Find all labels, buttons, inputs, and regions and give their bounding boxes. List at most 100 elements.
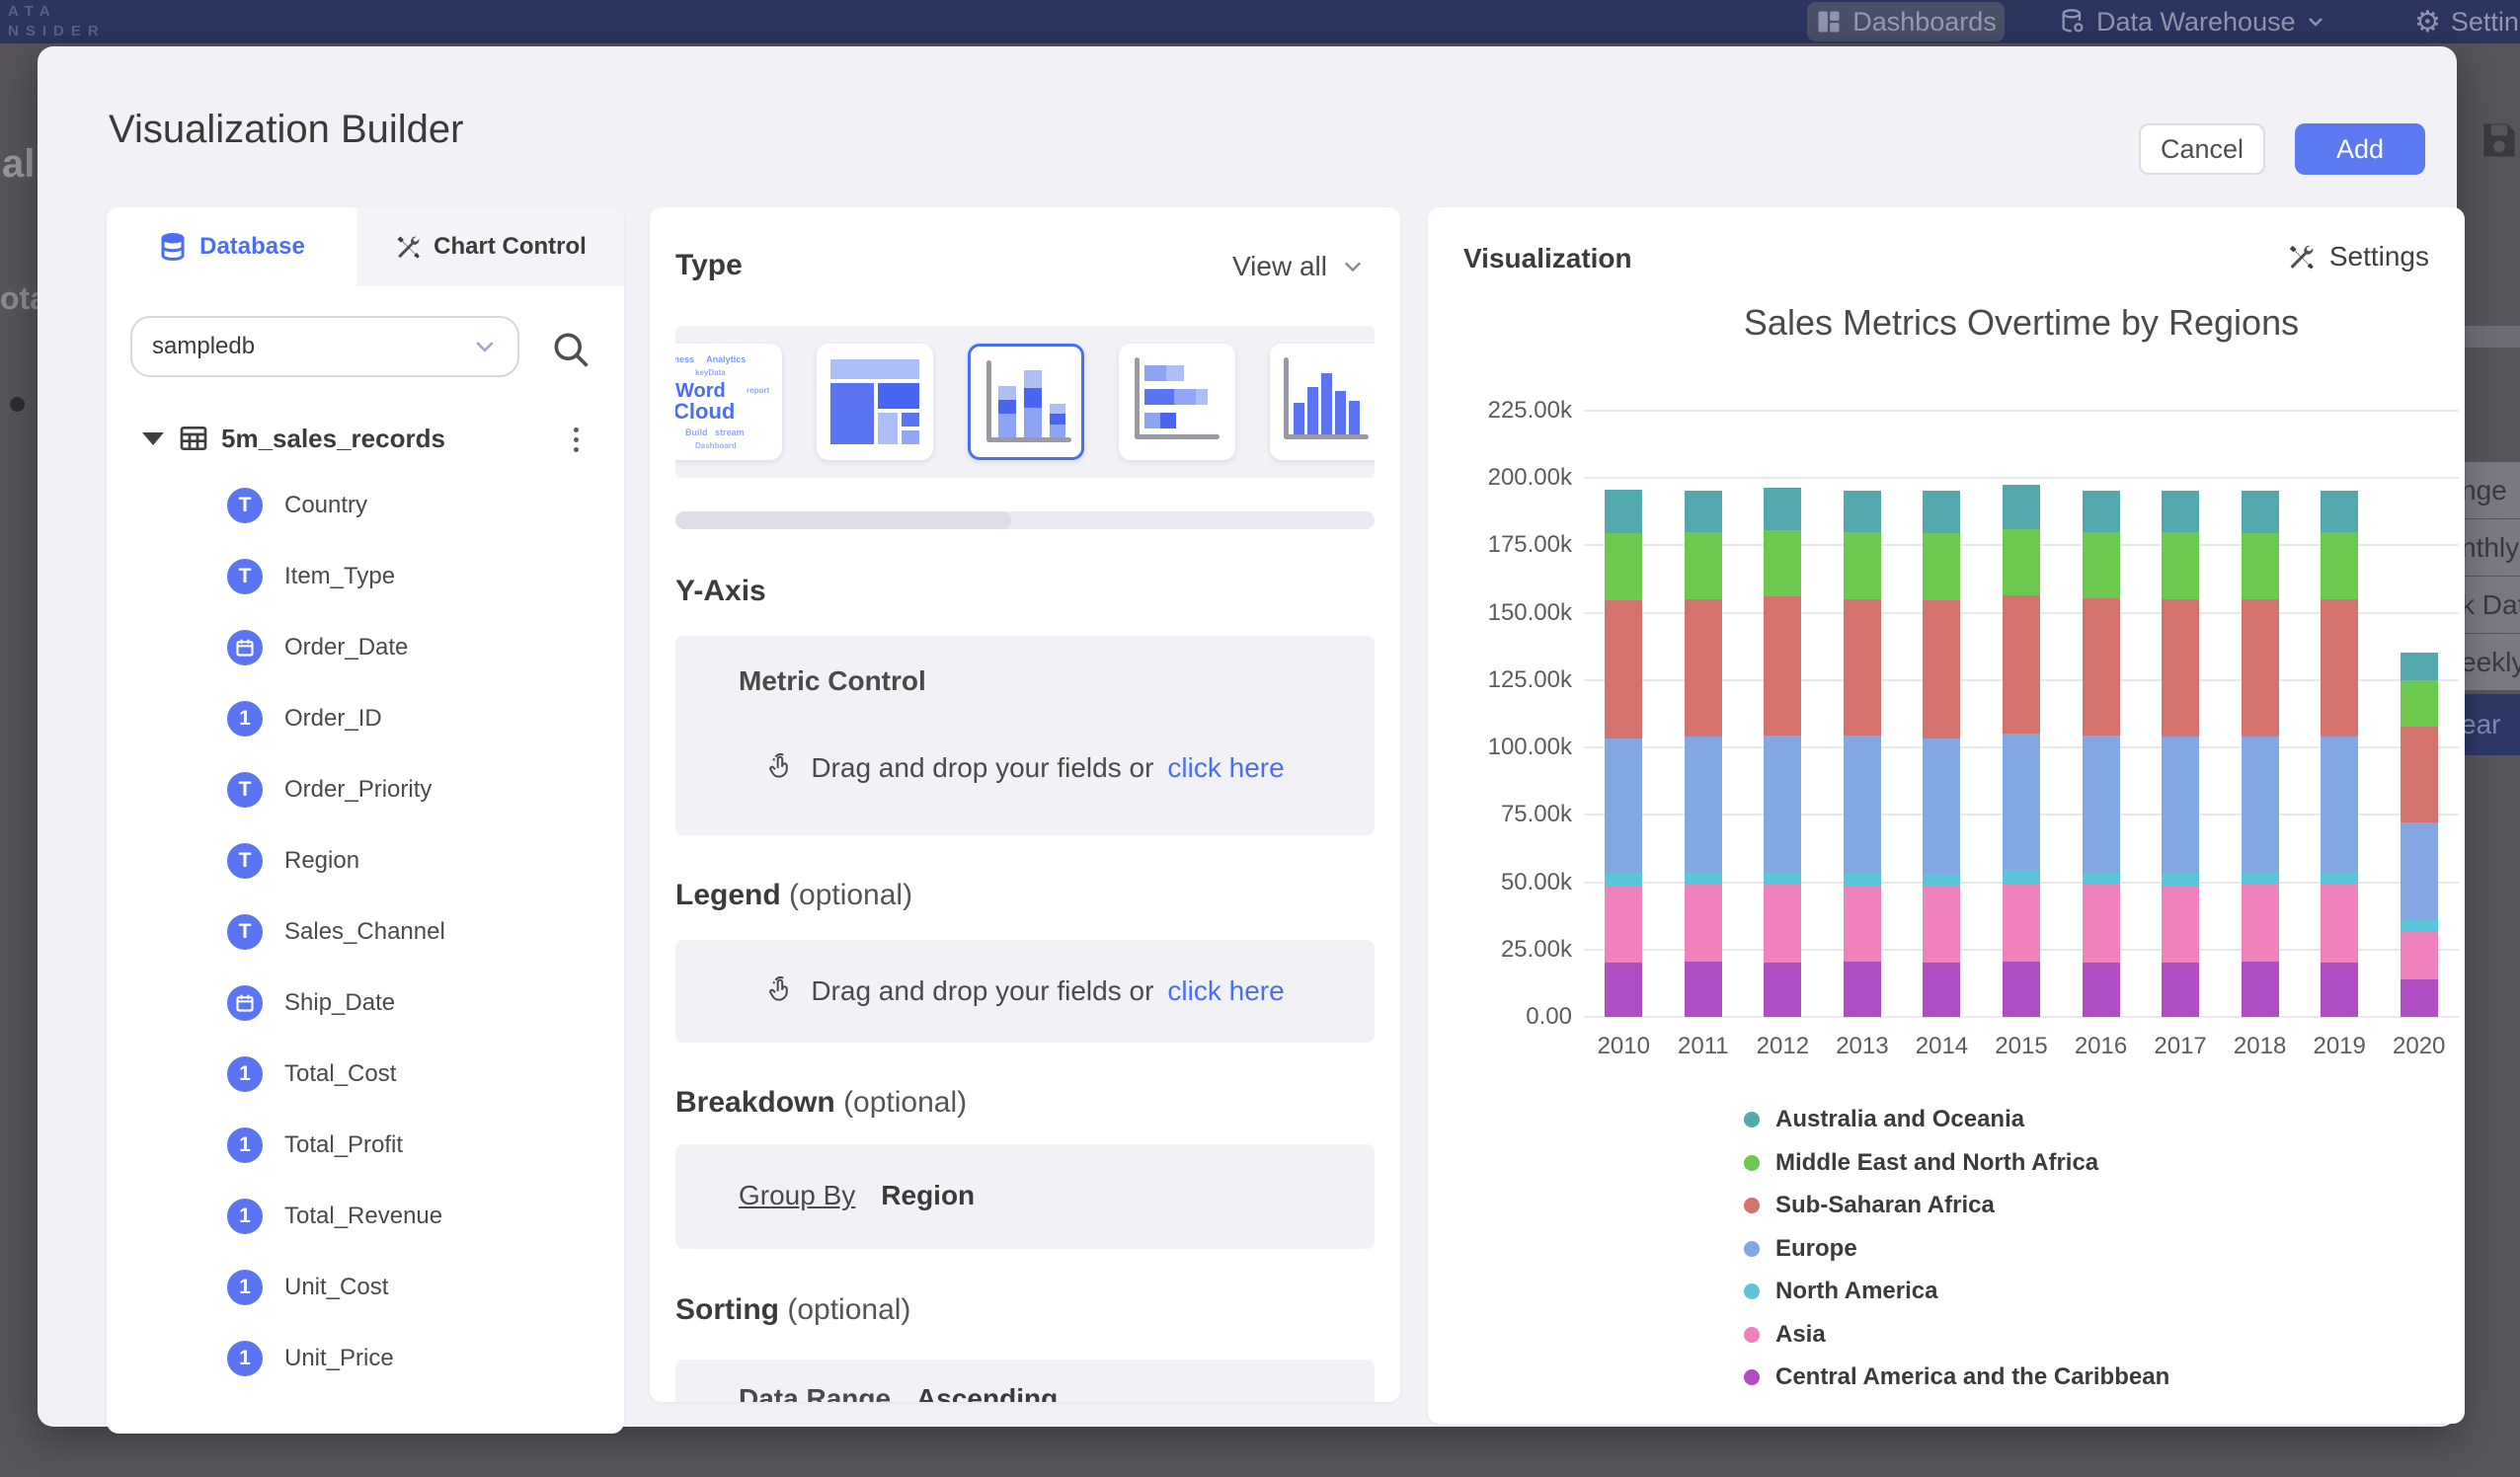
bar-segment[interactable] [2083, 532, 2120, 598]
bar-segment[interactable] [2003, 734, 2040, 870]
field-row-ship_date[interactable]: Ship_Date [227, 981, 395, 1025]
sorting-direction-value[interactable]: Ascending [916, 1383, 1058, 1402]
bar-segment[interactable] [2401, 680, 2438, 727]
bar-segment[interactable] [2401, 727, 2438, 822]
bar-segment[interactable] [2162, 887, 2199, 964]
bar-segment[interactable] [1923, 738, 1960, 875]
bar-segment[interactable] [1685, 532, 1722, 599]
bar-segment[interactable] [2003, 485, 2040, 529]
field-row-unit_cost[interactable]: 1Unit_Cost [227, 1266, 388, 1309]
bar-segment[interactable] [2321, 885, 2358, 963]
bar-segment[interactable] [2162, 599, 2199, 737]
bar-segment[interactable] [1844, 599, 1881, 736]
bar-segment[interactable] [2083, 885, 2120, 963]
bar-segment[interactable] [2321, 963, 2358, 1017]
bar-segment[interactable] [2083, 736, 2120, 873]
bar-segment[interactable] [2162, 532, 2199, 599]
group-by-value[interactable]: Region [881, 1180, 975, 1211]
chart-type-treemap[interactable] [817, 344, 933, 460]
bar-segment[interactable] [1764, 736, 1801, 872]
chart-type-stacked-bar[interactable] [1119, 344, 1235, 460]
kebab-menu-icon[interactable] [561, 423, 591, 456]
bar-segment[interactable] [2162, 737, 2199, 873]
bar-segment[interactable] [1685, 599, 1722, 737]
click-here-link[interactable]: click here [1167, 975, 1284, 1007]
field-row-country[interactable]: TCountry [227, 484, 367, 527]
bar-segment[interactable] [1685, 737, 1722, 873]
bar-segment[interactable] [1923, 874, 1960, 886]
bar-segment[interactable] [2242, 533, 2279, 599]
bar-segment[interactable] [2321, 737, 2358, 871]
view-all-button[interactable]: View all [1232, 251, 1365, 282]
bar-segment[interactable] [2003, 595, 2040, 735]
chart-type-word-cloud[interactable]: iness AnalyticskeyDataWordCloudreportBui… [675, 344, 782, 460]
sorting-card[interactable]: Data Range Ascending [675, 1360, 1375, 1402]
bar-segment[interactable] [1764, 596, 1801, 736]
chart-type-stacked-column[interactable] [968, 344, 1084, 460]
bar-segment[interactable] [2162, 491, 2199, 532]
bar-segment[interactable] [2401, 932, 2438, 979]
click-here-link[interactable]: click here [1167, 752, 1284, 784]
bar-segment[interactable] [1923, 533, 1960, 600]
bar-segment[interactable] [1685, 962, 1722, 1017]
database-select[interactable]: sampledb [130, 316, 519, 377]
bar-segment[interactable] [2242, 962, 2279, 1017]
bar-segment[interactable] [2242, 873, 2279, 885]
bar-segment[interactable] [2162, 873, 2199, 887]
bar-segment[interactable] [1605, 963, 1642, 1017]
field-row-order_priority[interactable]: TOrder_Priority [227, 768, 432, 812]
field-row-total_revenue[interactable]: 1Total_Revenue [227, 1195, 442, 1238]
bar-segment[interactable] [2003, 884, 2040, 962]
bar-segment[interactable] [1605, 738, 1642, 873]
field-row-total_profit[interactable]: 1Total_Profit [227, 1124, 403, 1167]
bar-segment[interactable] [1605, 887, 1642, 964]
bar-segment[interactable] [2321, 599, 2358, 737]
bar-segment[interactable] [1844, 873, 1881, 887]
cancel-button[interactable]: Cancel [2139, 123, 2265, 175]
bar-segment[interactable] [1923, 887, 1960, 964]
bar-segment[interactable] [2401, 919, 2438, 933]
bar-segment[interactable] [2321, 532, 2358, 599]
tab-chart-control[interactable]: Chart Control [356, 207, 624, 286]
bar-segment[interactable] [2242, 737, 2279, 873]
bar-segment[interactable] [2083, 873, 2120, 885]
bar-segment[interactable] [1844, 532, 1881, 599]
chart-type-scrollbar[interactable] [675, 511, 1375, 529]
bar-segment[interactable] [1764, 530, 1801, 596]
bar-segment[interactable] [1844, 887, 1881, 962]
field-row-sales_channel[interactable]: TSales_Channel [227, 910, 445, 954]
bar-segment[interactable] [2321, 491, 2358, 532]
bar-segment[interactable] [2401, 653, 2438, 680]
bar-segment[interactable] [2242, 599, 2279, 737]
bar-segment[interactable] [2003, 870, 2040, 884]
bar-segment[interactable] [2321, 872, 2358, 886]
bar-segment[interactable] [1764, 885, 1801, 963]
bar-segment[interactable] [1605, 533, 1642, 600]
bar-segment[interactable] [2242, 885, 2279, 962]
metric-control-dropzone[interactable]: Metric Control Drag and drop your fields… [675, 636, 1375, 835]
bar-segment[interactable] [2242, 491, 2279, 534]
bar-segment[interactable] [1685, 873, 1722, 885]
bar-segment[interactable] [1844, 491, 1881, 532]
bar-segment[interactable] [2401, 822, 2438, 919]
sorting-field-label[interactable]: Data Range [739, 1383, 891, 1402]
field-row-order_id[interactable]: 1Order_ID [227, 697, 382, 740]
table-tree-header[interactable]: 5m_sales_records [130, 417, 600, 460]
bar-segment[interactable] [2003, 962, 2040, 1017]
bar-segment[interactable] [1923, 491, 1960, 534]
bar-segment[interactable] [2083, 491, 2120, 532]
nav-settings[interactable]: ⚙ Settings [2414, 2, 2520, 41]
bar-segment[interactable] [1764, 963, 1801, 1017]
bar-segment[interactable] [2162, 963, 2199, 1017]
nav-dashboards[interactable]: Dashboards [1807, 2, 2005, 41]
tab-database[interactable]: Database [107, 207, 356, 286]
bar-segment[interactable] [2083, 598, 2120, 736]
bar-segment[interactable] [1923, 600, 1960, 738]
bar-segment[interactable] [1605, 490, 1642, 533]
field-row-unit_price[interactable]: 1Unit_Price [227, 1337, 394, 1380]
chart-type-column[interactable] [1270, 344, 1375, 460]
field-row-order_date[interactable]: Order_Date [227, 626, 408, 669]
bar-segment[interactable] [1605, 600, 1642, 738]
field-row-region[interactable]: TRegion [227, 839, 359, 883]
nav-data-warehouse[interactable]: Data Warehouse [2059, 2, 2325, 41]
